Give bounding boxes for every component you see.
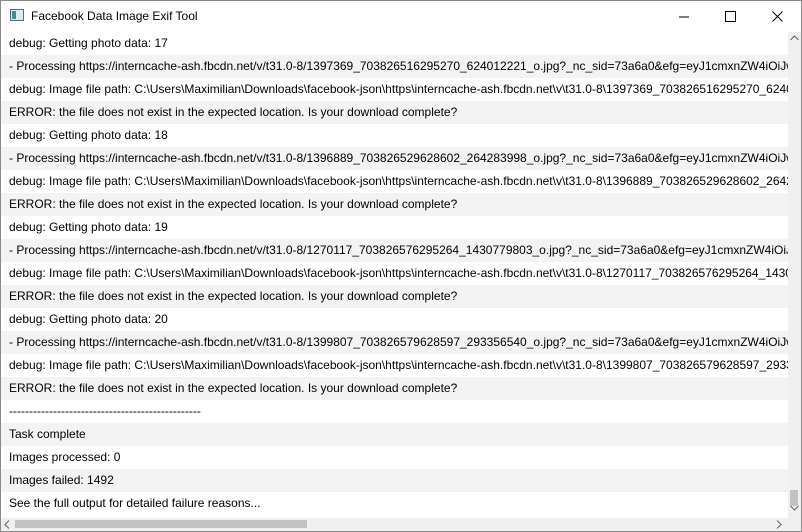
log-line: Images failed: 1492: [1, 469, 788, 492]
log-line: - Processing https://interncache-ash.fbc…: [1, 147, 788, 170]
scrollbar-corner: [788, 518, 801, 531]
log-line: debug: Image file path: C:\Users\Maximil…: [9, 82, 788, 96]
log-line: ERROR: the file does not exist in the ex…: [1, 193, 788, 216]
close-button[interactable]: [755, 1, 801, 32]
log-line: See the full output for detailed failure…: [9, 496, 261, 510]
log-line: - Processing https://interncache-ash.fbc…: [1, 239, 788, 262]
app-window-icon: [10, 9, 24, 21]
log-line: - Processing https://interncache-ash.fbc…: [1, 331, 788, 354]
close-icon: [772, 11, 783, 22]
minimize-button[interactable]: [662, 1, 708, 32]
title-bar[interactable]: Facebook Data Image Exif Tool: [1, 1, 801, 32]
horizontal-scrollbar[interactable]: [1, 518, 788, 531]
minimize-icon: [679, 16, 689, 18]
log-line: - Processing https://interncache-ash.fbc…: [1, 55, 788, 78]
horizontal-scroll-thumb[interactable]: [15, 520, 307, 528]
maximize-icon: [725, 11, 736, 22]
vertical-scrollbar[interactable]: [788, 32, 801, 518]
log-line: ERROR: the file does not exist in the ex…: [1, 377, 788, 400]
log-line: debug: Getting photo data: 19: [9, 220, 168, 234]
scroll-right-arrow-icon[interactable]: [776, 520, 782, 529]
log-separator-line: ----------------------------------------…: [9, 404, 201, 418]
log-line: ERROR: the file does not exist in the ex…: [1, 285, 788, 308]
log-line: ERROR: the file does not exist in the ex…: [1, 101, 788, 124]
log-line: debug: Image file path: C:\Users\Maximil…: [9, 358, 788, 372]
log-line: debug: Image file path: C:\Users\Maximil…: [9, 266, 788, 280]
window-title: Facebook Data Image Exif Tool: [31, 9, 198, 23]
app-window: Facebook Data Image Exif Tool debug: Get…: [0, 0, 802, 532]
log-line: Images processed: 0: [9, 450, 121, 464]
log-line: debug: Getting photo data: 18: [9, 128, 168, 142]
log-line: debug: Getting photo data: 17: [9, 36, 168, 50]
log-output-list[interactable]: debug: Getting photo data: 17 - Processi…: [1, 32, 788, 518]
scroll-down-arrow-icon[interactable]: [790, 505, 799, 511]
log-line: Task complete: [1, 423, 788, 446]
scroll-left-arrow-icon[interactable]: [4, 520, 10, 529]
log-line: debug: Getting photo data: 20: [9, 312, 168, 326]
scroll-up-arrow-icon[interactable]: [790, 35, 799, 41]
maximize-button[interactable]: [708, 1, 754, 32]
vertical-scroll-thumb[interactable]: [790, 490, 798, 506]
log-line: debug: Image file path: C:\Users\Maximil…: [9, 174, 788, 188]
